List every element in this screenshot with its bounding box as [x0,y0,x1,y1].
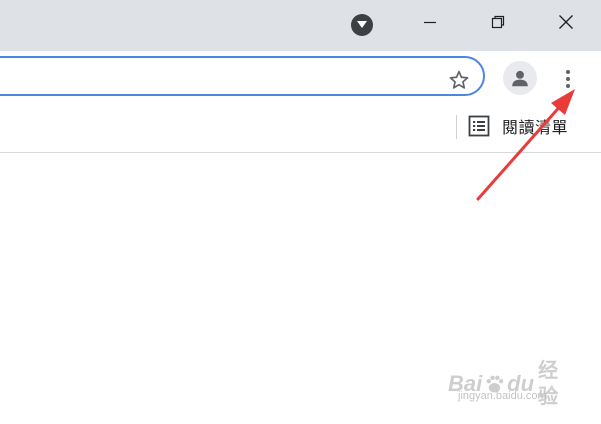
bookmarks-bar: 閱讀清單 [0,107,601,153]
baidu-logo: Bai du 经验 [448,358,578,410]
close-button[interactable] [533,0,599,44]
profile-button[interactable] [503,61,537,95]
browser-window: 閱讀清單 Bai du 经验 jingyan.baidu.com [0,0,601,424]
watermark-url: jingyan.baidu.com [458,390,547,402]
reading-list-button[interactable]: 閱讀清單 [468,111,572,141]
menu-dot [566,84,570,88]
tab-search-button[interactable] [351,14,373,36]
toolbar [0,51,601,107]
minimize-button[interactable] [397,0,463,44]
menu-dot [566,77,570,81]
person-icon [512,70,528,87]
baidu-logo-suffix: 经验 [538,360,560,408]
restore-icon [491,15,505,29]
reading-list-icon [468,115,490,137]
close-icon [559,15,573,29]
menu-dot [566,70,570,74]
baidu-watermark: Bai du 经验 jingyan.baidu.com [448,358,578,414]
bookmarks-divider [456,115,457,139]
caret-down-icon [357,21,367,28]
restore-button[interactable] [465,0,531,44]
minimize-icon [424,21,436,24]
address-bar[interactable] [0,56,485,96]
menu-button[interactable] [556,65,580,93]
title-bar [0,0,601,51]
reading-list-label: 閱讀清單 [502,120,569,137]
bookmark-star-button[interactable] [446,67,472,93]
star-outline-icon [449,70,469,89]
